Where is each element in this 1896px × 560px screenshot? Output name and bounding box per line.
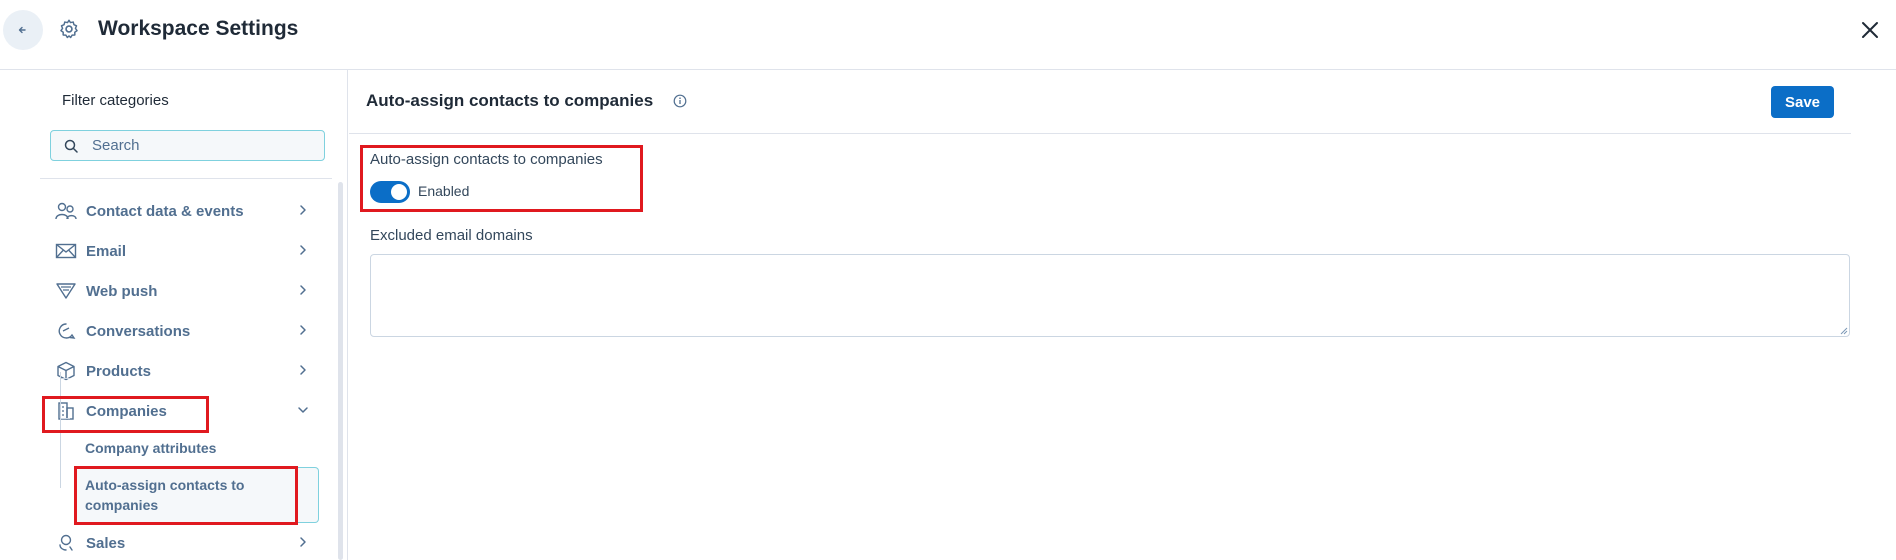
sales-icon: [55, 533, 77, 553]
info-icon[interactable]: [673, 94, 687, 108]
sidebar-item-web-push[interactable]: Web push: [55, 278, 310, 304]
chevron-down-icon: [298, 407, 308, 413]
tree-connector: [60, 372, 61, 488]
sidebar-item-contact-data[interactable]: Contact data & events: [55, 198, 310, 224]
sidebar-item-email[interactable]: Email: [55, 238, 310, 264]
sidebar-item-label: Email: [86, 242, 127, 260]
gear-icon: [60, 19, 78, 39]
chevron-right-icon: [300, 245, 306, 255]
chat-icon: [55, 321, 77, 341]
search-box[interactable]: [50, 130, 325, 161]
chevron-right-icon: [300, 365, 306, 375]
sidebar-subitem-auto-assign[interactable]: Auto-assign contacts to companies: [76, 467, 319, 523]
search-input[interactable]: [92, 137, 292, 154]
sidebar-item-label: Contact data & events: [86, 202, 244, 220]
section-title: Auto-assign contacts to companies: [366, 91, 654, 110]
toggle-status-label: Enabled: [418, 183, 470, 199]
arrow-left-icon: [18, 26, 26, 34]
search-icon: [64, 139, 78, 153]
sidebar-item-label: Companies: [86, 402, 167, 420]
web-push-icon: [55, 281, 77, 301]
save-button[interactable]: Save: [1771, 86, 1834, 118]
section-divider: [349, 133, 1851, 134]
sidebar-subitem-label: Auto-assign contacts to companies: [85, 477, 245, 513]
auto-assign-toggle[interactable]: [370, 181, 410, 203]
tree-connector: [60, 378, 70, 379]
chevron-right-icon: [300, 205, 306, 215]
excluded-domains-label: Excluded email domains: [370, 227, 533, 244]
auto-assign-label: Auto-assign contacts to companies: [370, 151, 603, 168]
sidebar-subitem-company-attributes[interactable]: Company attributes: [85, 440, 216, 456]
tree-connector: [60, 418, 70, 419]
sidebar-item-label: Conversations: [86, 322, 191, 340]
page-title: Workspace Settings: [98, 17, 299, 40]
filter-categories-title: Filter categories: [62, 92, 169, 109]
close-icon[interactable]: [1858, 18, 1882, 42]
chevron-right-icon: [300, 285, 306, 295]
back-button[interactable]: [3, 10, 43, 50]
toggle-knob: [391, 184, 407, 200]
chevron-right-icon: [300, 325, 306, 335]
sidebar-item-conversations[interactable]: Conversations: [55, 318, 310, 344]
header-bar: Workspace Settings: [0, 0, 1896, 70]
sidebar-item-label: Products: [86, 362, 152, 380]
excluded-domains-textarea[interactable]: [370, 254, 1850, 337]
sidebar-item-label: Web push: [86, 282, 158, 300]
sidebar-item-companies[interactable]: Companies: [55, 398, 310, 424]
sidebar-item-products[interactable]: Products: [55, 358, 310, 384]
sidebar-scrollbar[interactable]: [338, 182, 343, 560]
contacts-icon: [55, 201, 77, 221]
chevron-right-icon: [300, 537, 306, 547]
sidebar-item-label: Sales: [86, 534, 126, 552]
envelope-icon: [55, 241, 77, 261]
sidebar-divider: [40, 178, 332, 179]
sidebar-item-sales[interactable]: Sales: [55, 530, 310, 556]
